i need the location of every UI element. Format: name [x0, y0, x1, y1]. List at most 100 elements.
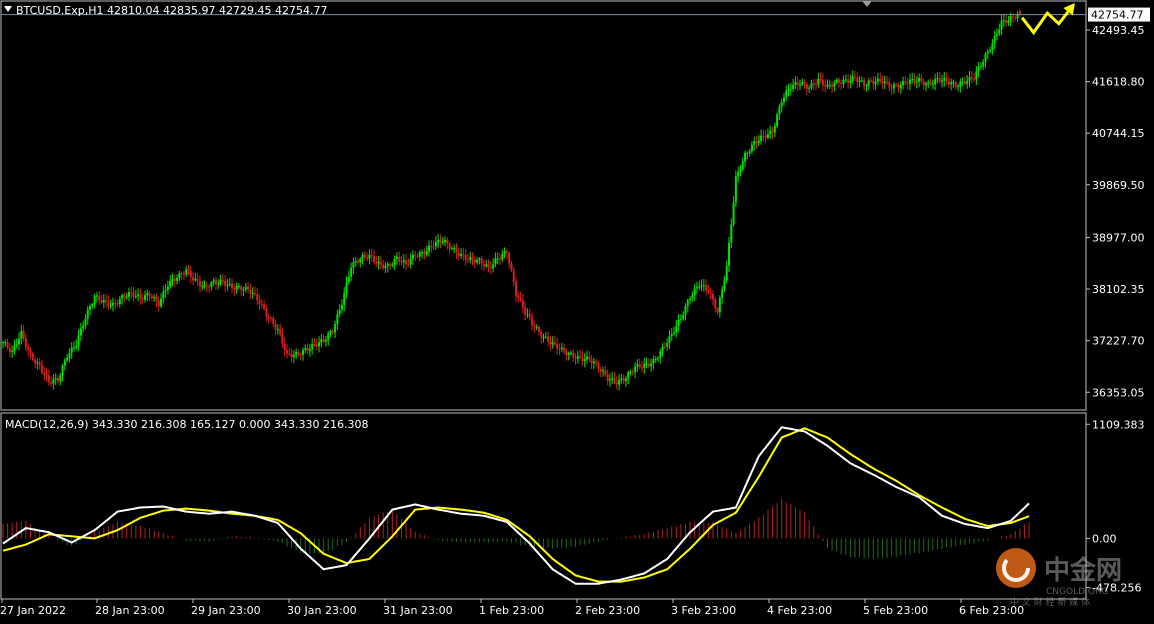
candle-body [890, 87, 893, 89]
candle-body [689, 298, 692, 301]
candle-body [178, 273, 181, 279]
candle-body [263, 304, 266, 309]
candle-body [906, 83, 909, 85]
candle-body [586, 356, 589, 360]
candle-body [8, 347, 11, 352]
candle-body [870, 80, 873, 82]
candle-body [741, 161, 744, 170]
candle-body [299, 354, 302, 356]
candle-body [792, 84, 795, 90]
candle-body [400, 261, 403, 263]
candle-body [105, 300, 108, 302]
candle-body [558, 348, 561, 350]
candle-body [913, 79, 916, 83]
candle-body [334, 324, 337, 333]
candle-body [975, 71, 978, 80]
candle-body [801, 81, 804, 85]
candle-body [776, 114, 779, 126]
candle-body [805, 84, 808, 89]
time-axis-label: 30 Jan 23:00 [287, 604, 357, 617]
candle-body [1005, 20, 1008, 24]
candle-body [755, 141, 758, 144]
candle-body [460, 253, 463, 257]
candle-body [118, 298, 121, 304]
candle-body [4, 342, 7, 344]
candle-body [881, 81, 884, 84]
candle-body [778, 106, 781, 115]
price-axis-label: 42493.45 [1092, 24, 1145, 37]
candle-body [361, 254, 364, 259]
candle-body [716, 308, 719, 313]
candle-body [886, 81, 889, 83]
candle-body [608, 379, 611, 381]
candle-body [292, 354, 295, 358]
candle-body [185, 269, 188, 275]
candle-body [22, 330, 25, 339]
candle-body [551, 342, 554, 345]
candle-body [134, 296, 137, 298]
candle-body [308, 348, 311, 351]
candle-body [448, 243, 451, 249]
candle-body [272, 318, 275, 324]
candle-body [673, 332, 676, 334]
candle-body [36, 362, 39, 364]
candle-body [574, 357, 577, 359]
candle-body [242, 289, 245, 291]
candle-body [895, 84, 898, 86]
candle-body [34, 359, 37, 364]
candle-body [398, 256, 401, 262]
candle-body [682, 314, 685, 319]
candle-body [31, 353, 34, 360]
candle-body [382, 264, 385, 269]
candle-body [1014, 17, 1017, 19]
candle-body [821, 79, 824, 86]
candle-body [72, 347, 75, 349]
candle-body [945, 77, 948, 82]
candle-body [219, 279, 222, 284]
candle-body [150, 295, 153, 298]
candle-body [796, 82, 799, 85]
candle-body [427, 245, 430, 251]
candle-body [279, 328, 282, 334]
candle-body [125, 296, 128, 298]
candle-body [858, 80, 861, 82]
candle-body [606, 374, 609, 381]
candle-body [941, 80, 944, 82]
candle-body [107, 301, 110, 307]
candle-body [70, 347, 73, 353]
candle-body [269, 317, 272, 319]
candle-body [677, 319, 680, 327]
candle-body [455, 247, 458, 253]
candle-body [627, 372, 630, 379]
candle-body [350, 267, 353, 277]
candle-body [744, 153, 747, 162]
candle-body [194, 278, 197, 281]
candle-body [679, 318, 682, 320]
candle-body [180, 273, 183, 275]
candle-body [663, 346, 666, 348]
candle-body [123, 295, 126, 298]
candle-body [423, 251, 426, 255]
candle-body [840, 82, 843, 84]
candle-body [247, 286, 250, 290]
candle-body [918, 77, 921, 82]
candle-body [537, 326, 540, 332]
candle-body [847, 79, 850, 83]
candle-body [457, 252, 460, 257]
candle-body [842, 80, 845, 84]
candle-body [171, 278, 174, 281]
candle-body [111, 302, 114, 306]
candle-body [27, 347, 30, 350]
candle-body [462, 253, 465, 255]
candle-body [860, 80, 863, 82]
candle-body [737, 171, 740, 177]
candle-body [13, 345, 16, 351]
candle-body [141, 298, 144, 300]
candle-body [233, 288, 236, 290]
candle-body [164, 290, 167, 292]
candle-body [766, 134, 769, 138]
candle-body [613, 378, 616, 383]
candle-body [356, 260, 359, 263]
candle-body [844, 79, 847, 81]
candle-body [991, 43, 994, 51]
